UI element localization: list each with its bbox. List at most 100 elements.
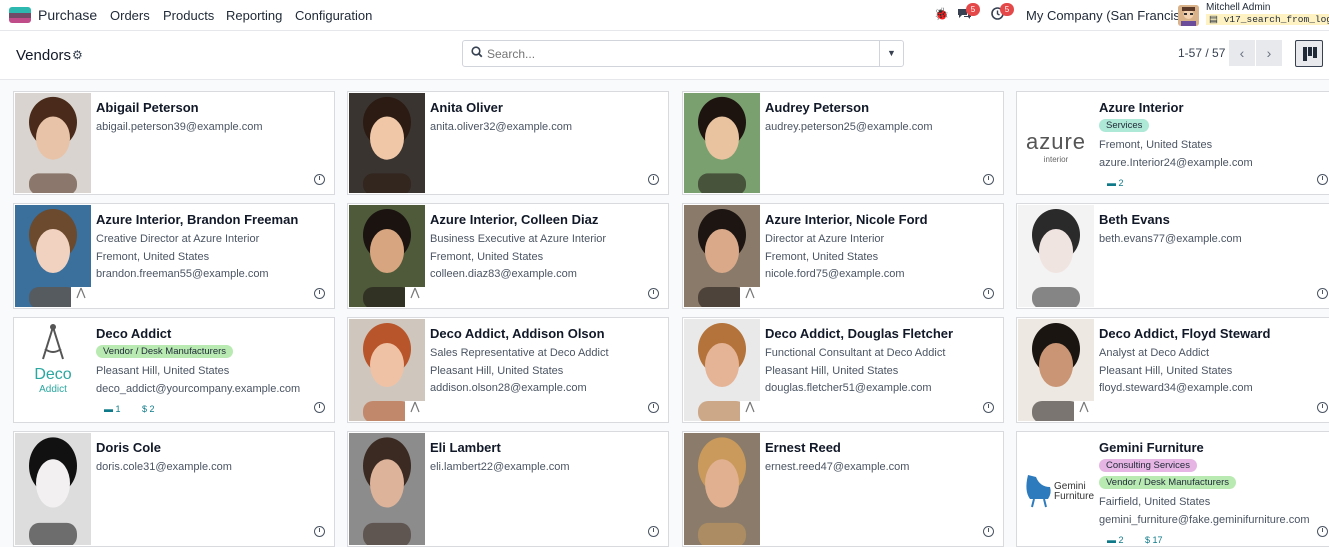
vendor-email: doris.cole31@example.com — [96, 461, 232, 473]
deco-logo-subtext: Addict — [39, 384, 67, 395]
app-name[interactable]: Purchase — [38, 7, 97, 23]
pager-next-button[interactable]: › — [1256, 40, 1282, 66]
stat-value: 2 — [1118, 178, 1124, 188]
activity-clock-icon[interactable] — [648, 526, 659, 537]
app-icon[interactable] — [9, 7, 31, 23]
activity-clock-icon[interactable] — [983, 402, 994, 413]
category-tag: Vendor / Desk Manufacturers — [96, 345, 234, 358]
search-options-toggle[interactable]: ▼ — [879, 41, 903, 66]
vendor-photo — [684, 319, 760, 421]
company-mini-logo — [1074, 401, 1094, 421]
vendor-card[interactable]: Deco Addict, Floyd Steward Analyst at Dec… — [1016, 317, 1329, 423]
menu-products[interactable]: Products — [163, 8, 214, 23]
gear-icon[interactable]: ⚙ — [72, 48, 83, 62]
search-input[interactable] — [487, 45, 867, 63]
pager-previous-button[interactable]: ‹ — [1229, 40, 1255, 66]
page-title[interactable]: Vendors — [16, 47, 71, 64]
company-mini-logo — [740, 401, 760, 421]
activity-clock-icon[interactable] — [1317, 288, 1328, 299]
activity-clock-icon[interactable] — [1317, 402, 1328, 413]
stat-value: 1 — [115, 404, 121, 414]
vendor-card[interactable]: Deco Addict Deco Addict Vendor / Desk Manuf… — [13, 317, 335, 423]
vendor-detail: Fremont, United States — [96, 250, 210, 263]
vendor-card[interactable]: Azure Interior, Nicole Ford Director at A… — [682, 203, 1004, 309]
vendor-email: brandon.freeman55@example.com — [96, 268, 269, 280]
vendor-photo — [1018, 205, 1094, 307]
activity-clock-icon[interactable] — [314, 288, 325, 299]
vendor-card[interactable]: Doris Cole doris.cole31@example.com — [13, 431, 335, 547]
vendor-photo — [349, 319, 425, 421]
vendor-photo — [15, 205, 91, 307]
vendor-detail: Fremont, United States — [765, 250, 879, 263]
kanban-view-button[interactable] — [1295, 40, 1323, 67]
vendor-card[interactable]: Azure Interior, Colleen Diaz Business Exe… — [347, 203, 669, 309]
category-tag: Services — [1099, 119, 1150, 132]
caret-down-icon: ▼ — [887, 48, 896, 58]
control-panel: Vendors ⚙ ▼ 1-57 / 57 ‹ › — [0, 31, 1329, 80]
bank-accounts-stat[interactable]: ▬ 2 — [1107, 178, 1124, 188]
vendor-name: Anita Oliver — [430, 100, 503, 115]
menu-configuration[interactable]: Configuration — [295, 8, 372, 23]
vendor-name: Azure Interior, Nicole Ford — [765, 212, 928, 227]
vendor-card[interactable]: azure interior Azure Interior Services Fremo… — [1016, 91, 1329, 195]
activity-clock-icon[interactable] — [314, 526, 325, 537]
menu-reporting[interactable]: Reporting — [226, 8, 282, 23]
activity-clock-icon[interactable] — [648, 288, 659, 299]
vendor-detail: Fremont, United States — [430, 250, 544, 263]
vendor-email: anita.oliver32@example.com — [430, 121, 573, 133]
vendor-card[interactable]: Anita Oliver anita.oliver32@example.com — [347, 91, 669, 195]
vendor-email: beth.evans77@example.com — [1099, 233, 1242, 245]
activity-clock-icon[interactable]: 5 — [991, 3, 1014, 23]
vendor-photo — [349, 93, 425, 193]
vendor-detail: Analyst at Deco Addict — [1099, 347, 1210, 359]
vendor-card[interactable]: Ernest Reed ernest.reed47@example.com — [682, 431, 1004, 547]
vendor-card[interactable]: Deco Addict, Addison Olson Sales Represen… — [347, 317, 669, 423]
activity-clock-icon[interactable] — [1317, 526, 1328, 537]
vendor-name: Azure Interior, Colleen Diaz — [430, 212, 599, 227]
bank-accounts-stat[interactable]: ▬ 1 — [104, 404, 121, 414]
activity-clock-icon[interactable] — [314, 174, 325, 185]
vendor-name: Gemini Furniture — [1099, 440, 1204, 455]
company-switcher[interactable]: My Company (San Francisco) — [1026, 8, 1198, 23]
vendor-card[interactable]: Gemini Furniture Gemini Furniture Consultin… — [1016, 431, 1329, 547]
vendor-card[interactable]: Azure Interior, Brandon Freeman Creative … — [13, 203, 335, 309]
database-name: ▤ v17_search_from_log — [1206, 14, 1329, 25]
top-navbar: Purchase Orders Products Reporting Confi… — [0, 0, 1329, 31]
company-logo: azure interior — [1018, 93, 1094, 193]
activities-count-badge: 5 — [1000, 3, 1014, 16]
vendor-card[interactable]: Eli Lambert eli.lambert22@example.com — [347, 431, 669, 547]
database-label: v17_search_from_log — [1223, 14, 1329, 25]
category-tag: Vendor / Desk Manufacturers — [1099, 476, 1237, 489]
activity-clock-icon[interactable] — [983, 174, 994, 185]
bug-icon[interactable]: 🐞 — [934, 7, 949, 21]
activity-clock-icon[interactable] — [314, 402, 325, 413]
vendor-photo — [15, 93, 91, 193]
user-name[interactable]: Mitchell Admin — [1206, 2, 1270, 13]
vendor-photo — [349, 433, 425, 545]
vendor-email: addison.olson28@example.com — [430, 382, 587, 394]
vendor-card[interactable]: Deco Addict, Douglas Fletcher Functional … — [682, 317, 1004, 423]
messages-count-badge: 5 — [966, 3, 980, 16]
user-avatar[interactable] — [1178, 5, 1199, 26]
vendor-detail: Fremont, United States — [1099, 139, 1213, 151]
activity-clock-icon[interactable] — [983, 526, 994, 537]
chat-icon[interactable]: 5 — [957, 3, 980, 24]
activity-clock-icon[interactable] — [648, 174, 659, 185]
vendor-card[interactable]: Abigail Peterson abigail.peterson39@examp… — [13, 91, 335, 195]
vendor-card[interactable]: Beth Evans beth.evans77@example.com — [1016, 203, 1329, 309]
activity-clock-icon[interactable] — [1317, 174, 1328, 185]
activity-clock-icon[interactable] — [983, 288, 994, 299]
chevron-right-icon: › — [1266, 45, 1272, 61]
pager-value[interactable]: 1-57 / 57 — [1178, 46, 1225, 60]
vendor-detail: Pleasant Hill, United States — [765, 364, 899, 377]
purchase-total-stat[interactable]: $ 2 — [142, 404, 155, 414]
vendor-photo — [1018, 319, 1094, 421]
menu-orders[interactable]: Orders — [110, 8, 150, 23]
vendor-card[interactable]: Audrey Peterson audrey.peterson25@example… — [682, 91, 1004, 195]
activity-clock-icon[interactable] — [648, 402, 659, 413]
vendor-detail: Pleasant Hill, United States — [430, 364, 564, 377]
company-logo: Gemini Furniture — [1018, 433, 1094, 545]
vendor-email: gemini_furniture@fake.geminifurniture.co… — [1099, 513, 1310, 526]
compass-icon — [42, 324, 64, 360]
search-icon[interactable] — [471, 46, 483, 61]
